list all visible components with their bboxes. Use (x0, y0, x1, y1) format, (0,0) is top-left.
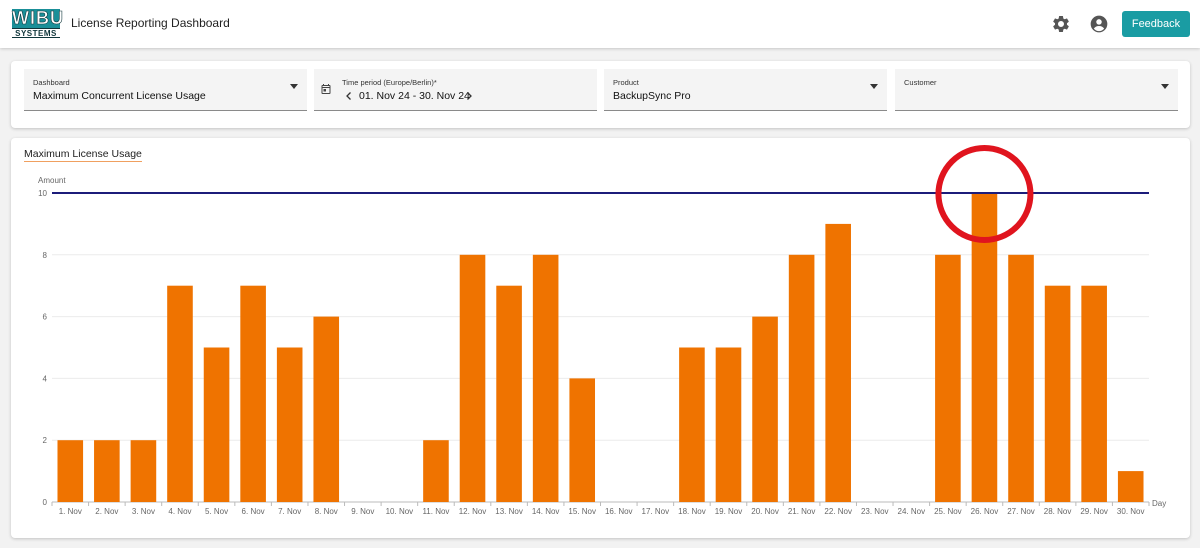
chevron-left-icon[interactable] (344, 91, 354, 101)
x-tick-label: 23. Nov (861, 507, 889, 516)
filter-panel: Dashboard Maximum Concurrent License Usa… (11, 61, 1190, 128)
x-tick-label: 1. Nov (59, 507, 82, 516)
bar[interactable] (569, 378, 596, 502)
product-select-label: Product (613, 78, 639, 87)
x-tick-label: 3. Nov (132, 507, 155, 516)
y-axis-ticks: 0 2 4 6 8 10 (38, 189, 47, 507)
caret-down-icon (1161, 84, 1169, 89)
x-tick-label: 28. Nov (1044, 507, 1072, 516)
x-tick-label: 12. Nov (459, 507, 487, 516)
bar[interactable] (935, 254, 961, 502)
bar[interactable] (167, 285, 193, 502)
bar[interactable] (496, 285, 522, 502)
x-tick-label: 18. Nov (678, 507, 706, 516)
chevron-right-icon[interactable] (464, 91, 474, 101)
bar[interactable] (1044, 285, 1071, 502)
x-axis-ticks: 1. Nov 2. Nov 3. Nov 4. Nov 5. Nov 6. Nov 7. N… (51, 502, 1150, 516)
x-tick-label: 25. Nov (934, 507, 962, 516)
logo-subtitle: SYSTEMS (12, 28, 60, 38)
x-tick-label: 10. Nov (386, 507, 414, 516)
y-tick-label: 8 (43, 251, 48, 260)
x-tick-label: 19. Nov (715, 507, 743, 516)
customer-select-label: Customer (904, 78, 937, 87)
account-circle-icon[interactable] (1089, 14, 1109, 34)
license-usage-chart: 0 2 4 6 8 10 1. Nov 2. Nov 3. Nov 4. Nov 5. Nov 6.… (38, 145, 1166, 516)
bar[interactable] (752, 316, 778, 502)
customer-select[interactable]: Customer (895, 69, 1178, 111)
bar[interactable] (459, 254, 486, 502)
dashboard-select-value: Maximum Concurrent License Usage (33, 90, 206, 102)
time-period-value: 01. Nov 24 - 30. Nov 24 (359, 90, 470, 102)
gear-icon[interactable] (1051, 14, 1071, 34)
x-tick-label: 8. Nov (315, 507, 338, 516)
bar[interactable] (57, 440, 84, 502)
caret-down-icon (290, 84, 298, 89)
feedback-button[interactable]: Feedback (1122, 11, 1190, 37)
x-tick-label: 21. Nov (788, 507, 816, 516)
x-tick-label: 15. Nov (568, 507, 596, 516)
time-period-field[interactable]: Time period (Europe/Berlin)* 01. Nov 24 … (314, 69, 597, 111)
calendar-icon[interactable] (320, 83, 332, 95)
bar[interactable] (130, 440, 157, 502)
y-tick-label: 10 (38, 189, 47, 198)
dashboard-select-label: Dashboard (33, 78, 70, 87)
bar[interactable] (1117, 471, 1144, 502)
bar[interactable] (94, 440, 120, 502)
x-tick-label: 7. Nov (278, 507, 301, 516)
x-tick-label: 9. Nov (351, 507, 374, 516)
bar[interactable] (313, 316, 340, 502)
bar[interactable] (1008, 254, 1034, 502)
x-tick-label: 29. Nov (1080, 507, 1108, 516)
y-tick-label: 0 (43, 498, 48, 507)
x-tick-label: 14. Nov (532, 507, 560, 516)
bar[interactable] (203, 347, 230, 503)
x-tick-label: 30. Nov (1117, 507, 1145, 516)
x-tick-label: 5. Nov (205, 507, 228, 516)
x-tick-label: 2. Nov (95, 507, 118, 516)
x-tick-label: 17. Nov (642, 507, 670, 516)
wibu-logo[interactable]: WIBU SYSTEMS (12, 8, 64, 39)
y-tick-label: 6 (43, 313, 48, 322)
caret-down-icon (870, 84, 878, 89)
dashboard-select[interactable]: Dashboard Maximum Concurrent License Usa… (24, 69, 307, 111)
x-tick-label: 16. Nov (605, 507, 633, 516)
x-tick-label: 4. Nov (168, 507, 191, 516)
bar[interactable] (1081, 285, 1107, 502)
x-axis-label: Day (1152, 499, 1166, 508)
product-select[interactable]: Product BackupSync Pro (604, 69, 887, 111)
bar[interactable] (679, 347, 705, 503)
bar[interactable] (715, 347, 742, 503)
bar[interactable] (423, 440, 449, 502)
x-tick-label: 13. Nov (495, 507, 523, 516)
x-tick-label: 11. Nov (422, 507, 449, 516)
chart-card: Maximum License Usage 0 2 4 6 8 10 1. Nov 2. N… (11, 138, 1190, 538)
x-tick-label: 20. Nov (751, 507, 779, 516)
y-axis-label: Amount (38, 176, 66, 185)
x-tick-label: 24. Nov (898, 507, 926, 516)
bar[interactable] (276, 347, 303, 503)
logo-wordmark: WIBU (12, 8, 64, 28)
bar[interactable] (788, 254, 815, 502)
bar[interactable] (825, 223, 851, 502)
top-bar: WIBU SYSTEMS License Reporting Dashboard… (0, 0, 1200, 48)
x-tick-label: 27. Nov (1007, 507, 1035, 516)
product-select-value: BackupSync Pro (613, 90, 691, 102)
time-period-label: Time period (Europe/Berlin)* (342, 78, 437, 87)
y-tick-label: 2 (43, 436, 48, 445)
app-title: License Reporting Dashboard (71, 16, 230, 30)
bar[interactable] (240, 285, 266, 502)
bar[interactable] (532, 254, 559, 502)
y-tick-label: 4 (43, 374, 48, 383)
x-tick-label: 26. Nov (971, 507, 999, 516)
x-tick-label: 22. Nov (824, 507, 852, 516)
x-tick-label: 6. Nov (242, 507, 265, 516)
